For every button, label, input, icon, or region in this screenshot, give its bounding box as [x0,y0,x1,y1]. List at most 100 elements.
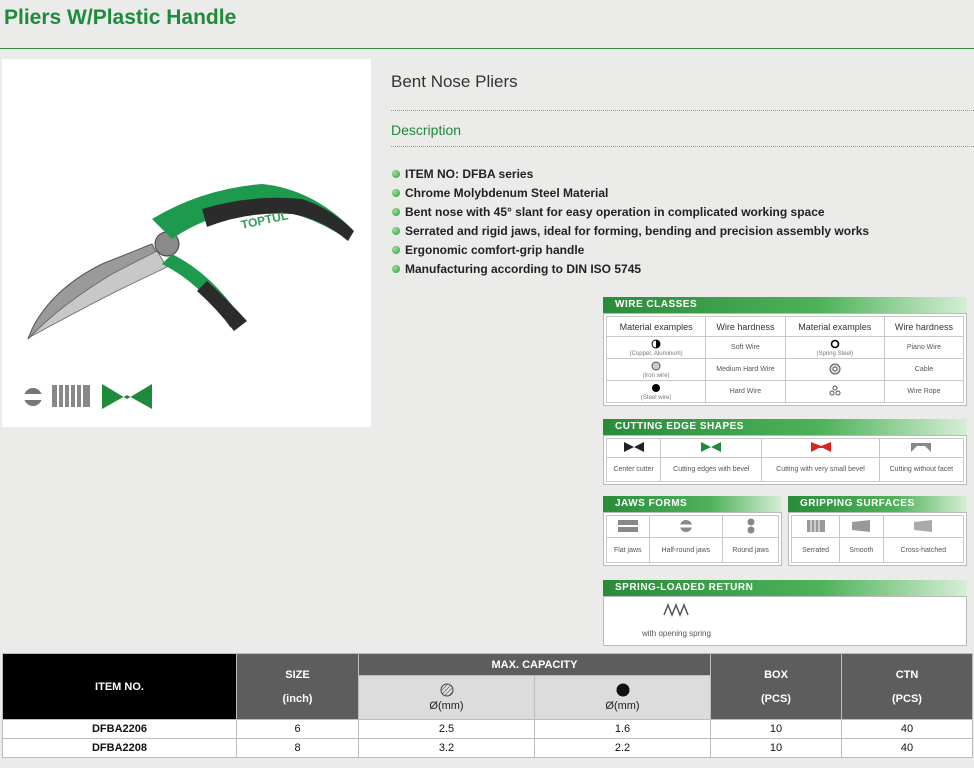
spec-table: ITEM NO. SIZE (inch) MAX. CAPACITY BOX (PC… [2,653,973,758]
cutting-edge-title: CUTTING EDGE SHAPES [603,419,967,435]
spring-return-title: SPRING-LOADED RETURN [603,580,967,596]
header-capacity-hard: Ø(mm) [534,675,711,720]
small-bevel-icon [810,442,831,453]
half-round-jaw-icon [678,519,693,532]
item-no-cell: DFBA2206 [2,719,237,739]
header-size: SIZE (inch) [236,653,359,720]
feature-item: Chrome Molybdenum Steel Material [392,183,869,202]
hardness-cell: Wire Rope [883,380,965,403]
icon-cell [660,437,763,459]
cutting-edge-panel: CUTTING EDGE SHAPES Center cutter Cuttin… [603,419,967,485]
bullet-icon [392,264,400,273]
spring-icon [663,603,689,617]
center-cutter-icon [623,442,644,453]
serrated-grip-icon [52,385,90,407]
round-jaw-icon [747,518,755,534]
bullet-icon [392,226,400,235]
hardness-cell: Piano Wire [883,336,965,359]
table-row: DFBA2208 8 3.2 2.2 10 40 [2,738,973,758]
material-cell: (Spring Steel) [784,336,885,359]
icon-cell [878,437,965,459]
jaw-label: Flat jaws [606,537,650,563]
header-capacity-soft: Ø(mm) [358,675,535,720]
bullet-icon [392,188,400,197]
feature-item: Ergonomic comfort-grip handle [392,240,869,259]
hardness-cell: Hard Wire [705,380,786,403]
divider [391,110,974,111]
column-header: Material examples [605,316,707,337]
column-header: Material examples [784,316,885,337]
flat-jaw-icon [617,519,638,532]
size-cell: 6 [236,719,359,739]
jaws-forms-table: Flat jaws Half-round jaws Round jaws [606,514,779,563]
divider [391,146,974,147]
capacity-cell: 2.5 [358,719,535,739]
header-max-capacity: MAX. CAPACITY [358,653,711,676]
icon-cell [605,437,662,459]
grip-label: Smooth [839,537,884,563]
header-ctn: CTN (PCS) [841,653,973,720]
cutting-label: Cutting with very small bevel [761,457,880,482]
smooth-grip-icon [852,519,871,532]
hardness-cell: Medium Hard Wire [705,358,786,381]
description-heading: Description [391,122,462,138]
header-box: BOX (PCS) [710,653,842,720]
header-item-no: ITEM NO. [2,653,237,720]
product-name: Bent Nose Pliers [391,72,518,91]
cutting-edge-table: Center cutter Cutting edges with bevel C… [605,437,965,482]
filled-circle-icon [652,383,661,392]
material-cell [784,380,885,403]
box-cell: 10 [710,719,842,739]
ctn-cell: 40 [841,738,973,758]
capacity-cell: 1.6 [534,719,711,739]
spring-return-panel: SPRING-LOADED RETURN with opening spring [603,580,967,646]
column-header: Wire hardness [883,316,965,337]
pliers-illustration: TOPTUL [23,184,354,409]
ctn-cell: 40 [841,719,973,739]
grip-label: Serrated [790,537,841,563]
cable-icon [829,363,841,374]
jaws-forms-panel: JAWS FORMS Flat jaws Half-round jaws Rou… [603,496,782,566]
icon-cell [761,437,880,459]
gripping-table: Serrated Smooth Cross-hatched [790,514,965,563]
hatched-circle-icon [651,361,661,370]
half-round-jaw-icon [23,388,43,406]
feature-item: Bent nose with 45° slant for easy operat… [392,202,869,221]
icon-cell [722,514,779,539]
feature-item: Manufacturing according to DIN ISO 5745 [392,259,869,278]
cross-hatched-grip-icon [914,519,933,532]
serrated-grip-icon [806,519,825,532]
hardness-cell: Cable [883,358,965,381]
gripping-title: GRIPPING SURFACES [788,496,967,512]
capacity-cell: 3.2 [358,738,535,758]
hatched-wire-icon [440,683,453,697]
title-divider [0,48,974,49]
jaw-label: Round jaws [722,537,779,563]
icon-cell [882,514,965,539]
size-cell: 8 [236,738,359,758]
table-row: DFBA2206 6 2.5 1.6 10 40 [2,719,973,739]
wire-classes-title: WIRE CLASSES [603,297,967,313]
cutting-label: Center cutter [605,457,662,482]
material-cell: (Iron wire) [605,358,707,381]
material-cell: (Copper, Aluminum) [605,336,707,359]
jaws-forms-title: JAWS FORMS [603,496,782,512]
material-cell [784,358,885,381]
hardness-cell: Soft Wire [705,336,786,359]
wire-classes-table: Material examples Wire hardness Material… [605,316,965,403]
page-title: Pliers W/Plastic Handle [4,6,237,29]
feature-list: ITEM NO: DFBA series Chrome Molybdenum S… [392,164,869,278]
cutting-label: Cutting edges with bevel [660,457,763,482]
material-cell: (Steel wire) [605,380,707,403]
grip-label: Cross-hatched [882,537,965,563]
column-header: Wire hardness [705,316,786,337]
bullet-icon [392,169,400,178]
product-image: TOPTUL [2,59,371,427]
icon-cell [648,514,724,539]
capacity-cell: 2.2 [534,738,711,758]
wire-classes-panel: WIRE CLASSES Material examples Wire hard… [603,297,967,406]
no-facet-icon [911,443,932,453]
feature-item: ITEM NO: DFBA series [392,164,869,183]
icon-cell [790,514,841,539]
cutting-label: Cutting without facet [878,457,965,482]
